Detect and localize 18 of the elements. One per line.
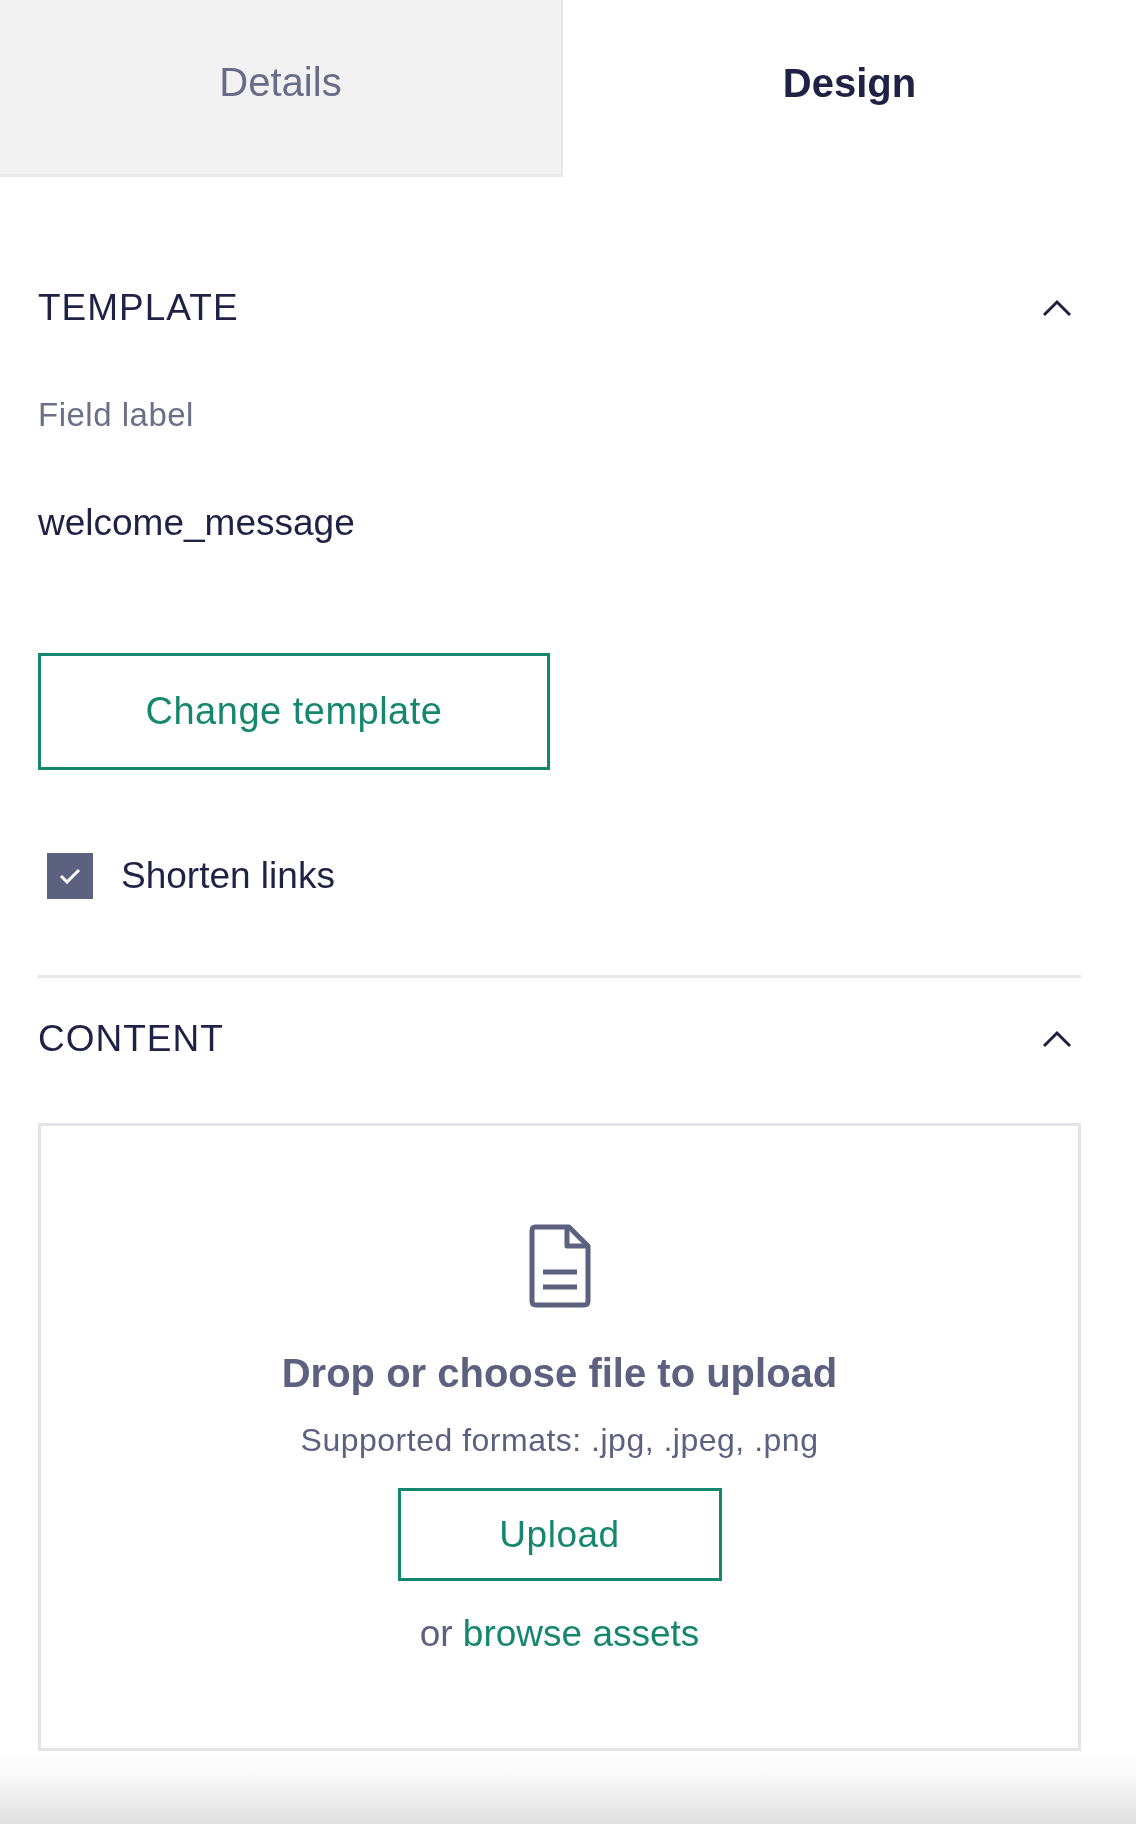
supported-formats-text: Supported formats: .jpg, .jpeg, .png	[300, 1421, 819, 1460]
collapse-chevron-icon[interactable]	[1042, 1030, 1072, 1048]
document-icon	[528, 1224, 591, 1308]
field-label: Field label	[38, 395, 194, 435]
field-value: welcome_message	[38, 501, 355, 545]
checkmark-icon	[59, 868, 81, 884]
browse-assets-sentence: or browse assets	[419, 1612, 700, 1656]
section-title: CONTENT	[38, 1018, 224, 1060]
section-title: TEMPLATE	[38, 287, 239, 329]
checkbox-label: Shorten links	[121, 855, 335, 897]
upload-dropzone[interactable]: Drop or choose file to upload Supported formats: .jpg, .jpeg, .png Upload or browse assets	[38, 1123, 1081, 1751]
dropzone-title: Drop or choose file to upload	[281, 1350, 838, 1397]
collapse-chevron-icon[interactable]	[1042, 299, 1072, 317]
upload-button[interactable]: Upload	[397, 1488, 722, 1581]
change-template-button[interactable]: Change template	[38, 653, 550, 770]
checkbox[interactable]	[47, 853, 93, 899]
tab[interactable]: Details	[0, 0, 563, 177]
browse-assets-link[interactable]: browse assets	[462, 1613, 700, 1654]
